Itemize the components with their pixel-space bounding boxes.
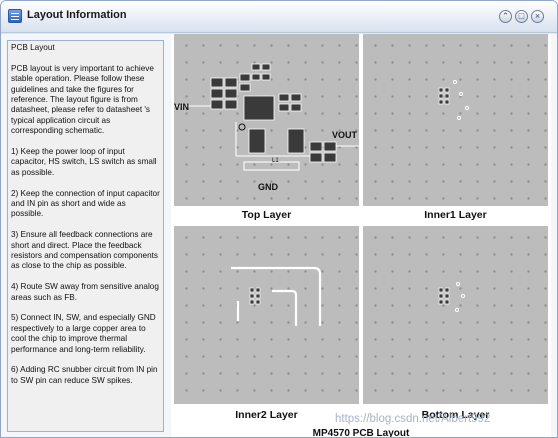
gnd-label: GND [258, 182, 278, 192]
inner2-layer-artwork [231, 266, 322, 326]
instruction-paragraph: 3) Ensure all feedback connections are s… [11, 230, 158, 271]
instructions-panel[interactable]: PCB Layout PCB layout is very important … [7, 40, 164, 432]
instruction-paragraph: 2) Keep the connection of input capacito… [11, 188, 160, 219]
inner1-layer-artwork [438, 79, 470, 121]
instructions-heading: PCB Layout [11, 43, 55, 52]
maximize-button[interactable]: □ [515, 10, 528, 23]
watermark: https://blog.csdn.net/Albert992 [335, 413, 491, 425]
top-layer-label: Top Layer [241, 209, 292, 221]
close-button[interactable]: × [531, 10, 544, 23]
pcb-layout-figure: VIN VOUT GND L1 Top Layer Inner1 Layer I… [171, 34, 551, 438]
inner2-layer-board [174, 226, 359, 404]
top-layer-artwork [174, 63, 359, 171]
vout-label: VOUT [332, 130, 358, 140]
instruction-paragraph: 4) Route SW away from sensitive analog a… [11, 282, 159, 302]
instruction-paragraph: 6) Adding RC snubber circuit from IN pin… [11, 365, 158, 385]
instruction-paragraph: 5) Connect IN, SW, and especially GND re… [11, 313, 156, 354]
top-layer-board: VIN VOUT GND L1 [174, 34, 359, 206]
inner1-layer-label: Inner1 Layer [424, 209, 487, 221]
bottom-layer-board [363, 226, 548, 404]
window-title: Layout Information [27, 9, 127, 21]
window-content: PCB Layout PCB layout is very important … [1, 34, 557, 438]
instruction-paragraph: PCB layout is very important to achieve … [11, 63, 154, 136]
layout-information-window: Layout Information ⌃ □ × PCB Layout PCB … [0, 0, 558, 438]
title-bar[interactable]: Layout Information ⌃ □ × [1, 1, 557, 33]
inductor-label: L1 [272, 158, 279, 164]
bottom-layer-artwork [438, 281, 466, 313]
window-app-icon [8, 9, 22, 23]
figure-caption: MP4570 PCB Layout [312, 428, 410, 438]
inner1-layer-board [363, 34, 548, 206]
instruction-paragraph: 1) Keep the power loop of input capacito… [11, 147, 157, 177]
inner2-layer-label: Inner2 Layer [235, 409, 298, 421]
collapse-button[interactable]: ⌃ [499, 10, 512, 23]
vin-label: VIN [174, 102, 190, 112]
